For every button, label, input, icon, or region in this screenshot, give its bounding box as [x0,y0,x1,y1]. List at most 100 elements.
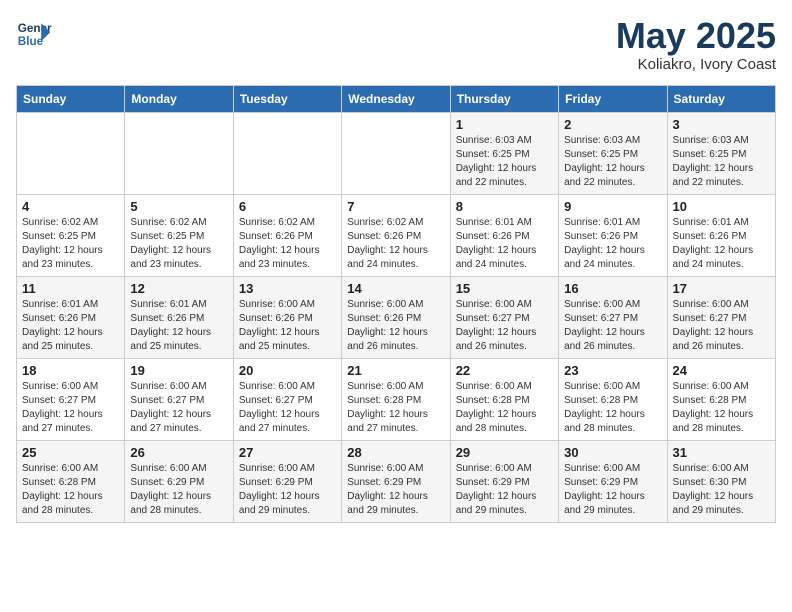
weekday-header-saturday: Saturday [667,85,775,112]
day-number: 26 [130,445,227,460]
calendar-cell: 2Sunrise: 6:03 AM Sunset: 6:25 PM Daylig… [559,112,667,194]
day-info: Sunrise: 6:00 AM Sunset: 6:27 PM Dayligh… [130,380,227,436]
calendar-cell [17,112,125,194]
day-info: Sunrise: 6:01 AM Sunset: 6:26 PM Dayligh… [22,298,119,354]
day-info: Sunrise: 6:00 AM Sunset: 6:29 PM Dayligh… [239,462,336,518]
location-subtitle: Koliakro, Ivory Coast [616,56,776,73]
calendar-cell: 9 Sunrise: 6:01 AM Sunset: 6:26 PM Daylig… [559,194,667,276]
day-number: 27 [239,445,336,460]
calendar-cell: 3 Sunrise: 6:03 AM Sunset: 6:25 PM Daylig… [667,112,775,194]
day-info: Sunrise: 6:00 AM Sunset: 6:28 PM Dayligh… [456,380,553,436]
calendar-cell: 16Sunrise: 6:00 AM Sunset: 6:27 PM Dayli… [559,276,667,358]
calendar-cell: 26Sunrise: 6:00 AM Sunset: 6:29 PM Dayli… [125,440,233,522]
calendar-cell: 4Sunrise: 6:02 AM Sunset: 6:25 PM Daylig… [17,194,125,276]
calendar-cell: 31 Sunrise: 6:00 AM Sunset: 6:30 PM Dayli… [667,440,775,522]
day-info: Sunrise: 6:00 AM Sunset: 6:28 PM Dayligh… [564,380,661,436]
title-block: May 2025 Koliakro, Ivory Coast [616,16,776,73]
calendar-cell: 19 Sunrise: 6:00 AM Sunset: 6:27 PM Dayli… [125,358,233,440]
calendar-cell: 11 Sunrise: 6:01 AM Sunset: 6:26 PM Dayli… [17,276,125,358]
day-number: 19 [130,363,227,378]
calendar-cell: 29 Sunrise: 6:00 AM Sunset: 6:29 PM Dayli… [450,440,558,522]
weekday-header-friday: Friday [559,85,667,112]
calendar-cell [125,112,233,194]
calendar-table: SundayMondayTuesdayWednesdayThursdayFrid… [16,85,776,523]
day-info: Sunrise: 6:00 AM Sunset: 6:29 PM Dayligh… [456,462,553,518]
day-info: Sunrise: 6:00 AM Sunset: 6:26 PM Dayligh… [347,298,444,354]
day-number: 30 [564,445,661,460]
day-number: 8 [456,199,553,214]
day-info: Sunrise: 6:02 AM Sunset: 6:26 PM Dayligh… [347,216,444,272]
day-info: Sunrise: 6:00 AM Sunset: 6:27 PM Dayligh… [22,380,119,436]
day-number: 18 [22,363,119,378]
day-info: Sunrise: 6:00 AM Sunset: 6:27 PM Dayligh… [564,298,661,354]
weekday-header-thursday: Thursday [450,85,558,112]
logo: General Blue [16,16,52,52]
main-title: May 2025 [616,16,776,56]
day-info: Sunrise: 6:03 AM Sunset: 6:25 PM Dayligh… [673,134,770,190]
calendar-cell: 8 Sunrise: 6:01 AM Sunset: 6:26 PM Daylig… [450,194,558,276]
day-info: Sunrise: 6:00 AM Sunset: 6:29 PM Dayligh… [347,462,444,518]
svg-text:Blue: Blue [18,35,44,48]
day-info: Sunrise: 6:02 AM Sunset: 6:26 PM Dayligh… [239,216,336,272]
day-info: Sunrise: 6:03 AM Sunset: 6:25 PM Dayligh… [456,134,553,190]
day-number: 31 [673,445,770,460]
day-number: 10 [673,199,770,214]
day-info: Sunrise: 6:00 AM Sunset: 6:28 PM Dayligh… [673,380,770,436]
day-info: Sunrise: 6:00 AM Sunset: 6:26 PM Dayligh… [239,298,336,354]
day-info: Sunrise: 6:00 AM Sunset: 6:29 PM Dayligh… [564,462,661,518]
weekday-header-tuesday: Tuesday [233,85,341,112]
calendar-cell: 7Sunrise: 6:02 AM Sunset: 6:26 PM Daylig… [342,194,450,276]
weekday-header-wednesday: Wednesday [342,85,450,112]
day-info: Sunrise: 6:00 AM Sunset: 6:27 PM Dayligh… [456,298,553,354]
page-header: General Blue May 2025 Koliakro, Ivory Co… [16,16,776,73]
day-info: Sunrise: 6:01 AM Sunset: 6:26 PM Dayligh… [564,216,661,272]
calendar-cell: 15 Sunrise: 6:00 AM Sunset: 6:27 PM Dayli… [450,276,558,358]
day-number: 1 [456,117,553,132]
day-number: 9 [564,199,661,214]
day-info: Sunrise: 6:02 AM Sunset: 6:25 PM Dayligh… [130,216,227,272]
day-number: 5 [130,199,227,214]
day-number: 22 [456,363,553,378]
calendar-cell: 10 Sunrise: 6:01 AM Sunset: 6:26 PM Dayli… [667,194,775,276]
weekday-header-monday: Monday [125,85,233,112]
day-info: Sunrise: 6:01 AM Sunset: 6:26 PM Dayligh… [456,216,553,272]
day-number: 28 [347,445,444,460]
day-number: 25 [22,445,119,460]
calendar-cell: 30 Sunrise: 6:00 AM Sunset: 6:29 PM Dayli… [559,440,667,522]
day-info: Sunrise: 6:00 AM Sunset: 6:28 PM Dayligh… [347,380,444,436]
calendar-cell [233,112,341,194]
day-number: 4 [22,199,119,214]
day-info: Sunrise: 6:00 AM Sunset: 6:27 PM Dayligh… [673,298,770,354]
day-info: Sunrise: 6:01 AM Sunset: 6:26 PM Dayligh… [130,298,227,354]
calendar-cell: 12 Sunrise: 6:01 AM Sunset: 6:26 PM Dayli… [125,276,233,358]
day-info: Sunrise: 6:00 AM Sunset: 6:27 PM Dayligh… [239,380,336,436]
day-number: 29 [456,445,553,460]
day-number: 13 [239,281,336,296]
weekday-header-sunday: Sunday [17,85,125,112]
day-number: 6 [239,199,336,214]
calendar-cell: 17 Sunrise: 6:00 AM Sunset: 6:27 PM Dayli… [667,276,775,358]
day-info: Sunrise: 6:01 AM Sunset: 6:26 PM Dayligh… [673,216,770,272]
calendar-cell [342,112,450,194]
calendar-cell: 6 Sunrise: 6:02 AM Sunset: 6:26 PM Daylig… [233,194,341,276]
day-number: 2 [564,117,661,132]
calendar-cell: 24 Sunrise: 6:00 AM Sunset: 6:28 PM Dayli… [667,358,775,440]
day-number: 24 [673,363,770,378]
calendar-cell: 13 Sunrise: 6:00 AM Sunset: 6:26 PM Dayli… [233,276,341,358]
day-number: 21 [347,363,444,378]
day-info: Sunrise: 6:00 AM Sunset: 6:30 PM Dayligh… [673,462,770,518]
day-number: 23 [564,363,661,378]
day-info: Sunrise: 6:00 AM Sunset: 6:28 PM Dayligh… [22,462,119,518]
calendar-cell: 21 Sunrise: 6:00 AM Sunset: 6:28 PM Dayli… [342,358,450,440]
calendar-cell: 20 Sunrise: 6:00 AM Sunset: 6:27 PM Dayli… [233,358,341,440]
calendar-cell: 1 Sunrise: 6:03 AM Sunset: 6:25 PM Daylig… [450,112,558,194]
day-number: 12 [130,281,227,296]
day-number: 14 [347,281,444,296]
day-number: 17 [673,281,770,296]
calendar-cell: 5 Sunrise: 6:02 AM Sunset: 6:25 PM Daylig… [125,194,233,276]
day-number: 3 [673,117,770,132]
day-number: 15 [456,281,553,296]
day-number: 20 [239,363,336,378]
day-number: 11 [22,281,119,296]
calendar-cell: 23 Sunrise: 6:00 AM Sunset: 6:28 PM Dayli… [559,358,667,440]
